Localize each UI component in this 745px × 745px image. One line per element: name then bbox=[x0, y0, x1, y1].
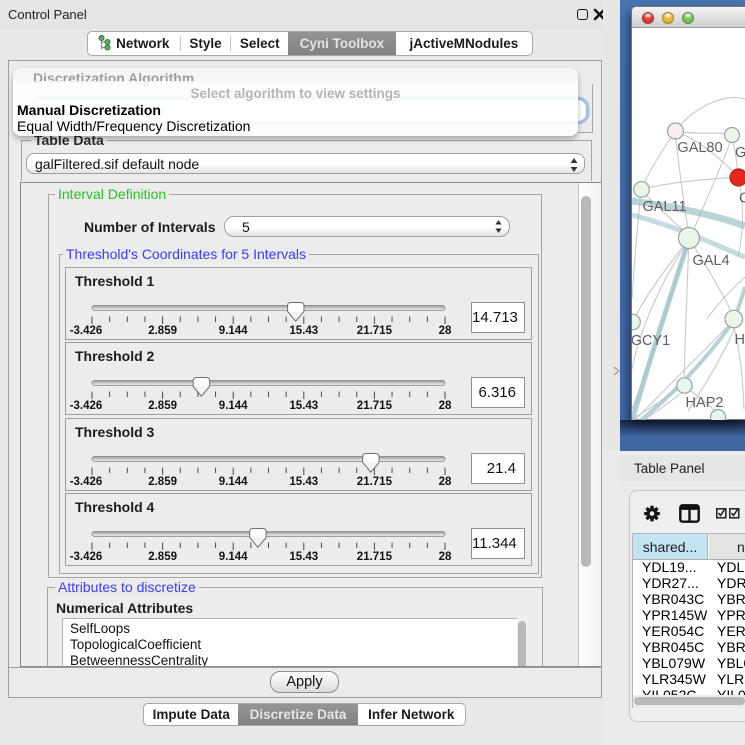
svg-text:GA: GA bbox=[735, 145, 745, 161]
svg-text:28: 28 bbox=[439, 476, 452, 488]
svg-text:15.43: 15.43 bbox=[289, 400, 318, 412]
svg-text:2.859: 2.859 bbox=[148, 400, 177, 412]
svg-text:2.859: 2.859 bbox=[148, 325, 177, 337]
svg-text:GAL11: GAL11 bbox=[642, 199, 686, 215]
svg-text:Threshold 3: Threshold 3 bbox=[75, 424, 155, 440]
svg-text:15.43: 15.43 bbox=[289, 476, 318, 488]
svg-text:HI: HI bbox=[735, 332, 745, 348]
svg-text:2.859: 2.859 bbox=[148, 476, 177, 488]
svg-text:9.144: 9.144 bbox=[219, 400, 248, 412]
svg-text:28: 28 bbox=[439, 400, 452, 412]
svg-text:Threshold 4: Threshold 4 bbox=[75, 499, 155, 515]
svg-text:21.715: 21.715 bbox=[357, 325, 393, 337]
svg-text:2.859: 2.859 bbox=[148, 551, 177, 563]
svg-text:9.144: 9.144 bbox=[219, 476, 248, 488]
svg-text:C: C bbox=[739, 191, 745, 207]
svg-text:-3.426: -3.426 bbox=[70, 325, 103, 337]
svg-text:GCY1: GCY1 bbox=[632, 333, 670, 349]
svg-text:28: 28 bbox=[439, 325, 452, 337]
svg-text:15.43: 15.43 bbox=[289, 325, 318, 337]
svg-text:28: 28 bbox=[439, 551, 452, 563]
svg-text:21.715: 21.715 bbox=[357, 551, 393, 563]
svg-text:9.144: 9.144 bbox=[219, 551, 248, 563]
svg-text:-3.426: -3.426 bbox=[70, 551, 103, 563]
svg-text:21.715: 21.715 bbox=[357, 400, 393, 412]
svg-text:Threshold 2: Threshold 2 bbox=[75, 348, 155, 364]
svg-text:-3.426: -3.426 bbox=[70, 476, 103, 488]
svg-text:Threshold 1: Threshold 1 bbox=[75, 273, 155, 289]
svg-text:GAL4: GAL4 bbox=[692, 253, 729, 269]
svg-text:15.43: 15.43 bbox=[289, 551, 318, 563]
svg-text:21.715: 21.715 bbox=[357, 476, 393, 488]
svg-text:GAL80: GAL80 bbox=[677, 140, 722, 156]
svg-text:HAP2: HAP2 bbox=[686, 395, 724, 411]
svg-text:-3.426: -3.426 bbox=[70, 400, 103, 412]
svg-text:9.144: 9.144 bbox=[219, 325, 248, 337]
